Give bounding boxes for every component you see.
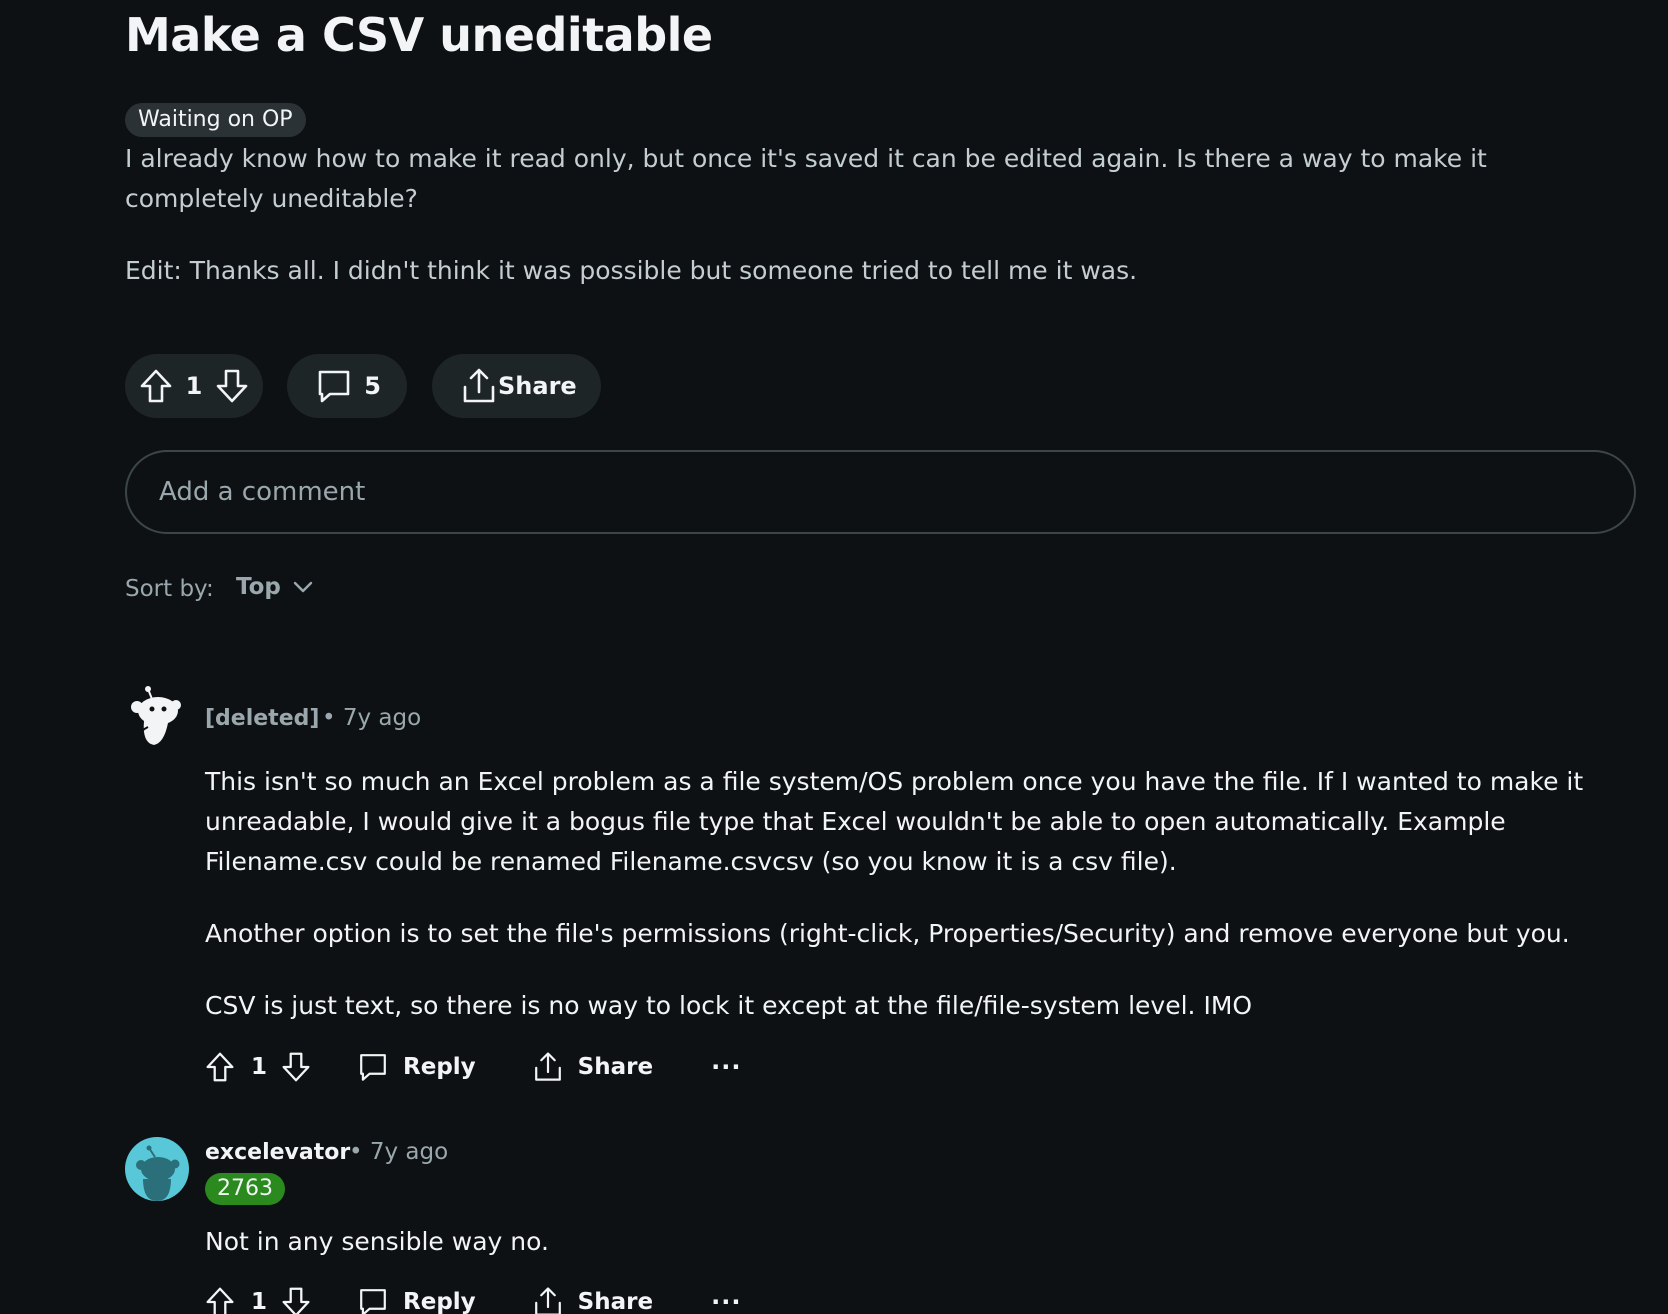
- reply-button[interactable]: Reply: [357, 1286, 476, 1314]
- sort-dropdown[interactable]: Top: [236, 574, 313, 600]
- reply-button[interactable]: Reply: [357, 1051, 476, 1083]
- comment-paragraph: This isn't so much an Excel problem as a…: [205, 767, 1584, 876]
- upvote-icon[interactable]: [205, 1286, 235, 1314]
- user-flair-badge: 2763: [205, 1173, 285, 1205]
- share-button[interactable]: Share: [432, 354, 601, 418]
- comment-author[interactable]: [deleted]: [205, 706, 319, 731]
- share-icon: [532, 1286, 564, 1314]
- share-icon: [532, 1051, 564, 1083]
- post-page: Make a CSV uneditable Waiting on OP I al…: [0, 0, 1668, 1314]
- sort-value: Top: [236, 574, 281, 600]
- comment-score: 1: [251, 1054, 268, 1080]
- post-body-paragraph: I already know how to make it read only,…: [125, 144, 1487, 213]
- comment-author[interactable]: excelevator: [205, 1140, 350, 1165]
- comment-timestamp: • 7y ago: [322, 705, 422, 731]
- reply-label: Reply: [403, 1289, 476, 1314]
- post-body-edit: Edit: Thanks all. I didn't think it was …: [125, 256, 1138, 285]
- post-flair[interactable]: Waiting on OP: [125, 103, 306, 137]
- comment-actions: 1 Reply Share ···: [205, 1047, 741, 1087]
- comment-icon: [315, 367, 353, 405]
- downvote-icon[interactable]: [281, 1286, 311, 1314]
- comment-share-button[interactable]: Share: [532, 1286, 653, 1314]
- downvote-icon[interactable]: [281, 1051, 311, 1083]
- upvote-icon[interactable]: [139, 368, 173, 404]
- upvote-icon[interactable]: [205, 1051, 235, 1083]
- comment-share-button[interactable]: Share: [532, 1051, 653, 1083]
- comment-paragraph: Not in any sensible way no.: [205, 1227, 549, 1256]
- more-icon[interactable]: ···: [711, 1053, 741, 1081]
- more-icon[interactable]: ···: [711, 1288, 741, 1314]
- share-label: Share: [577, 1054, 654, 1080]
- sort-label: Sort by:: [125, 576, 214, 602]
- comment-actions: 1 Reply Share ···: [205, 1282, 741, 1314]
- avatar[interactable]: [125, 1137, 189, 1201]
- comments-button[interactable]: 5: [287, 354, 407, 418]
- comment-icon: [357, 1051, 389, 1083]
- downvote-icon[interactable]: [215, 368, 249, 404]
- add-comment-input[interactable]: [125, 450, 1636, 534]
- comment-paragraph: Another option is to set the file's perm…: [205, 919, 1570, 948]
- comment-paragraph: CSV is just text, so there is no way to …: [205, 991, 1253, 1020]
- comment-icon: [357, 1286, 389, 1314]
- chevron-down-icon: [293, 581, 313, 593]
- avatar: [128, 683, 184, 751]
- comment-count: 5: [364, 372, 381, 400]
- post-score: 1: [185, 372, 203, 400]
- share-icon: [460, 367, 498, 405]
- share-label: Share: [577, 1289, 654, 1314]
- comment-score: 1: [251, 1289, 268, 1314]
- post-vote-pill: 1: [125, 354, 263, 418]
- share-label: Share: [498, 372, 577, 400]
- comment-timestamp: • 7y ago: [349, 1139, 449, 1165]
- reply-label: Reply: [403, 1054, 476, 1080]
- post-title: Make a CSV uneditable: [125, 8, 713, 62]
